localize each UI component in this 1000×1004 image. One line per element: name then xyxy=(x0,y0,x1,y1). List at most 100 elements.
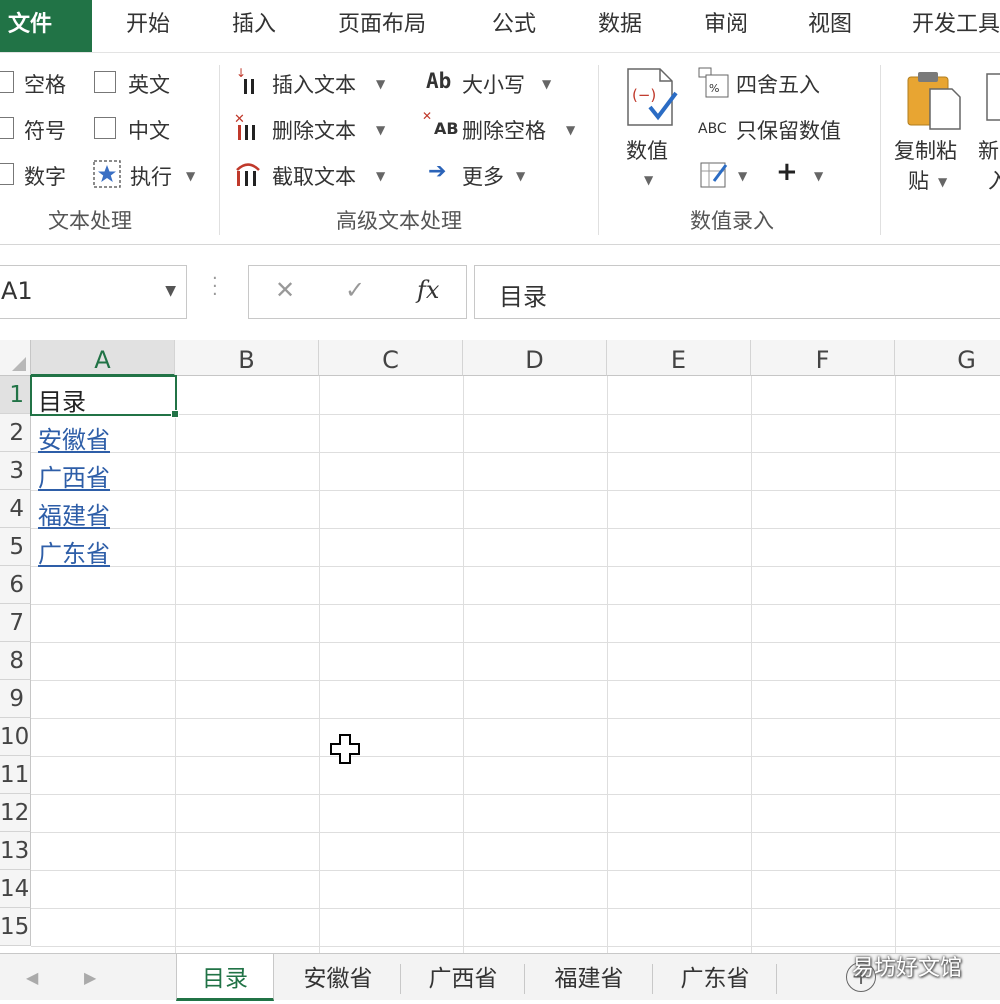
tab-developer[interactable]: 开发工具 xyxy=(912,0,1000,52)
execute-dropdown-icon[interactable]: ▼ xyxy=(186,169,195,183)
copy-paste-dropdown-icon[interactable]: ▼ xyxy=(938,175,947,189)
cancel-icon[interactable]: ✕ xyxy=(275,276,295,304)
delete-text-button[interactable]: 删除文本 xyxy=(272,115,356,145)
drag-handle-icon[interactable]: · · · xyxy=(212,270,218,304)
space-checkbox[interactable] xyxy=(0,71,14,93)
tab-review[interactable]: 审阅 xyxy=(704,0,748,52)
tab-view[interactable]: 视图 xyxy=(808,0,852,52)
gridline xyxy=(31,604,1000,605)
value-dropdown-icon[interactable]: ▼ xyxy=(644,173,653,187)
insert-function-icon[interactable]: fx xyxy=(417,276,439,304)
value-icon: (−) xyxy=(624,67,682,133)
scroll-left-icon[interactable]: ◀ xyxy=(26,968,38,987)
insert-text-dropdown-icon[interactable]: ▼ xyxy=(376,77,385,91)
formula-bar: A1 ▼ · · · ✕ ✓ fx 目录 xyxy=(0,245,1000,340)
symbol-checkbox[interactable] xyxy=(0,117,14,139)
cell-a2-hyperlink[interactable]: 安徽省 xyxy=(38,420,110,455)
row-header[interactable]: 1 xyxy=(0,376,31,414)
more-dropdown-icon[interactable]: ▼ xyxy=(516,169,525,183)
execute-button[interactable]: 执行 xyxy=(130,161,172,191)
cell-a5-hyperlink[interactable]: 广东省 xyxy=(38,534,110,569)
plus-dropdown-icon[interactable]: ▼ xyxy=(814,169,823,183)
insert-text-icon: ↓ xyxy=(234,65,266,101)
sheet-tab-guangxi[interactable]: 广西省 xyxy=(402,954,524,1001)
cell-a3-hyperlink[interactable]: 广西省 xyxy=(38,458,110,493)
worksheet-grid[interactable]: A B C D E F G 1 2 3 4 5 6 7 8 9 10 11 12… xyxy=(0,340,1000,953)
select-all-corner[interactable] xyxy=(0,340,31,376)
delete-text-dropdown-icon[interactable]: ▼ xyxy=(376,123,385,137)
insert-text-button[interactable]: 插入文本 xyxy=(272,69,356,99)
delete-spaces-button[interactable]: 删除空格 xyxy=(462,115,546,145)
row-header[interactable]: 14 xyxy=(0,870,31,908)
row-header[interactable]: 9 xyxy=(0,680,31,718)
scroll-right-icon[interactable]: ▶ xyxy=(84,968,96,987)
fill-handle[interactable] xyxy=(171,410,179,418)
value-button[interactable]: 数值 xyxy=(626,135,668,165)
more-button[interactable]: 更多 xyxy=(462,161,504,191)
number-checkbox[interactable] xyxy=(0,163,14,185)
edit-table-icon[interactable] xyxy=(700,159,730,193)
tab-formulas[interactable]: 公式 xyxy=(492,0,536,52)
case-dropdown-icon[interactable]: ▼ xyxy=(542,77,551,91)
gridline xyxy=(31,946,1000,947)
row-header[interactable]: 13 xyxy=(0,832,31,870)
column-header-a[interactable]: A xyxy=(31,340,175,376)
row-header[interactable]: 5 xyxy=(0,528,31,566)
formula-input[interactable]: 目录 xyxy=(474,265,1000,319)
english-checkbox[interactable] xyxy=(94,71,116,93)
row-header[interactable]: 15 xyxy=(0,908,31,946)
copy-paste-button-line2[interactable]: 贴 xyxy=(908,165,929,195)
chevron-down-icon[interactable]: ▼ xyxy=(165,283,176,299)
tab-data[interactable]: 数据 xyxy=(598,0,642,52)
enter-icon[interactable]: ✓ xyxy=(345,276,365,304)
chinese-checkbox[interactable] xyxy=(94,117,116,139)
sheet-tab-anhui[interactable]: 安徽省 xyxy=(276,954,400,1001)
case-button[interactable]: 大小写 xyxy=(462,69,525,99)
gridline xyxy=(31,870,1000,871)
gridline xyxy=(31,528,1000,529)
group-divider xyxy=(598,65,599,235)
keep-values-button[interactable]: 只保留数值 xyxy=(736,115,841,145)
tab-home[interactable]: 开始 xyxy=(126,0,170,52)
name-box[interactable]: A1 ▼ xyxy=(0,265,187,319)
column-header-d[interactable]: D xyxy=(463,340,607,376)
round-button[interactable]: 四舍五入 xyxy=(736,69,820,99)
column-header-b[interactable]: B xyxy=(175,340,319,376)
space-label: 空格 xyxy=(24,73,66,97)
sheet-tab-contents[interactable]: 目录 xyxy=(176,954,274,1001)
row-header[interactable]: 2 xyxy=(0,414,31,452)
tab-file[interactable]: 文件 xyxy=(0,0,92,52)
tab-insert[interactable]: 插入 xyxy=(232,0,276,52)
new-icon xyxy=(986,73,1000,127)
column-header-f[interactable]: F xyxy=(751,340,895,376)
keep-values-icon: ABC xyxy=(698,121,727,137)
row-header[interactable]: 10 xyxy=(0,718,31,756)
sheet-tab-guangdong[interactable]: 广东省 xyxy=(654,954,776,1001)
tab-page-layout[interactable]: 页面布局 xyxy=(338,0,426,52)
group-label-text-processing: 文本处理 xyxy=(48,209,132,233)
row-header[interactable]: 3 xyxy=(0,452,31,490)
row-header[interactable]: 11 xyxy=(0,756,31,794)
row-header[interactable]: 4 xyxy=(0,490,31,528)
copy-paste-button[interactable]: 复制粘 xyxy=(894,135,957,165)
row-header[interactable]: 12 xyxy=(0,794,31,832)
new-button-line2[interactable]: 入 xyxy=(988,165,1000,195)
sheet-tab-fujian[interactable]: 福建省 xyxy=(526,954,652,1001)
delete-spaces-x-icon: ✕ xyxy=(422,109,433,123)
extract-text-button[interactable]: 截取文本 xyxy=(272,161,356,191)
column-header-c[interactable]: C xyxy=(319,340,463,376)
plus-icon[interactable]: + xyxy=(776,157,798,187)
row-header[interactable]: 8 xyxy=(0,642,31,680)
execute-star-icon[interactable] xyxy=(92,159,122,193)
row-header[interactable]: 6 xyxy=(0,566,31,604)
gridline xyxy=(607,376,608,953)
edit-dropdown-icon[interactable]: ▼ xyxy=(738,169,747,183)
new-button[interactable]: 新 xyxy=(978,135,999,165)
row-header[interactable]: 7 xyxy=(0,604,31,642)
extract-text-dropdown-icon[interactable]: ▼ xyxy=(376,169,385,183)
column-header-e[interactable]: E xyxy=(607,340,751,376)
cell-a4-hyperlink[interactable]: 福建省 xyxy=(38,496,110,531)
gridline xyxy=(31,718,1000,719)
column-header-g[interactable]: G xyxy=(895,340,1000,376)
delete-spaces-dropdown-icon[interactable]: ▼ xyxy=(566,123,575,137)
